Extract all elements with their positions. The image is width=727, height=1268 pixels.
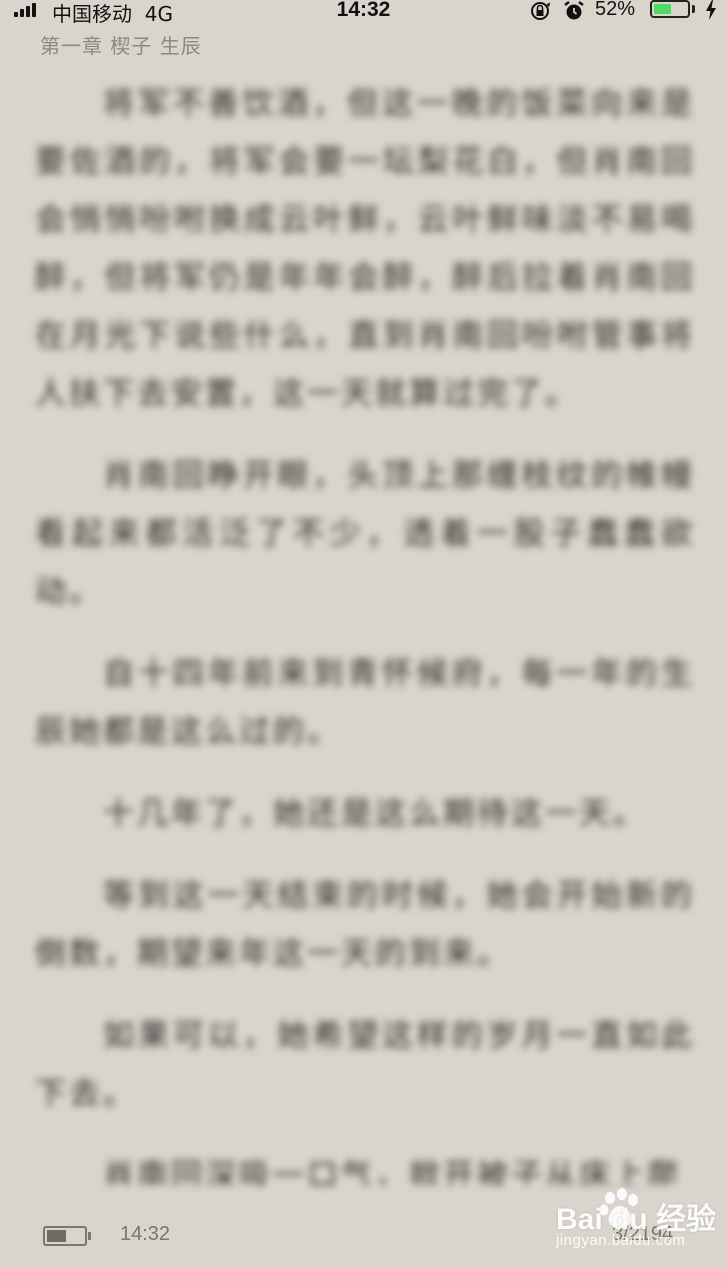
battery-nub [692, 5, 695, 13]
reader-content[interactable]: 将军不善饮酒，但这一晚的饭菜向来是要佐酒的，将军会要一坛梨花白，但肖南回会悄悄吩… [35, 75, 695, 1185]
footer-time: 14:32 [120, 1223, 171, 1245]
paragraph: 自十四年前来到青怀候府，每一年的生辰她都是这么过的。 [35, 656, 695, 750]
baidu-jingyan-watermark: Bai du 经验 jingyan.baidu.com [556, 1188, 716, 1258]
paragraph: 十几年了，她还是这么期待这一天。 [103, 796, 647, 832]
battery-fill [654, 4, 671, 14]
orientation-lock-icon [531, 2, 551, 20]
alarm-icon [564, 1, 584, 20]
chapter-title: 第一章 楔子 生辰 [40, 34, 202, 58]
footer-battery-icon [43, 1226, 87, 1246]
battery-icon [650, 0, 690, 18]
footer-battery-fill [47, 1230, 66, 1242]
paragraph: 肖南回睁开眼，头顶上那缠枝纹的帷幔看起来都活泛了不少，透着一股子蠢蠢欲动。 [35, 458, 695, 610]
footer-battery-nub [88, 1232, 91, 1240]
paragraph: 将军不善饮酒，但这一晚的饭菜向来是要佐酒的，将军会要一坛梨花白，但肖南回会悄悄吩… [35, 86, 695, 412]
paragraph: 肖南回深吸一口气，掀开被子从床上爬 [103, 1158, 681, 1185]
paragraph: 等到这一天结束的时候，她会开始新的倒数，期望来年这一天的到来。 [35, 878, 695, 972]
status-bar: 中国移动 4G 14:32 52% [0, 0, 727, 26]
watermark-url: jingyan.baidu.com [556, 1232, 686, 1249]
charging-bolt-icon [706, 0, 716, 20]
paragraph: 如果可以，她希望这样的岁月一直如此下去。 [35, 1018, 695, 1112]
battery-percent: 52% [595, 0, 636, 20]
